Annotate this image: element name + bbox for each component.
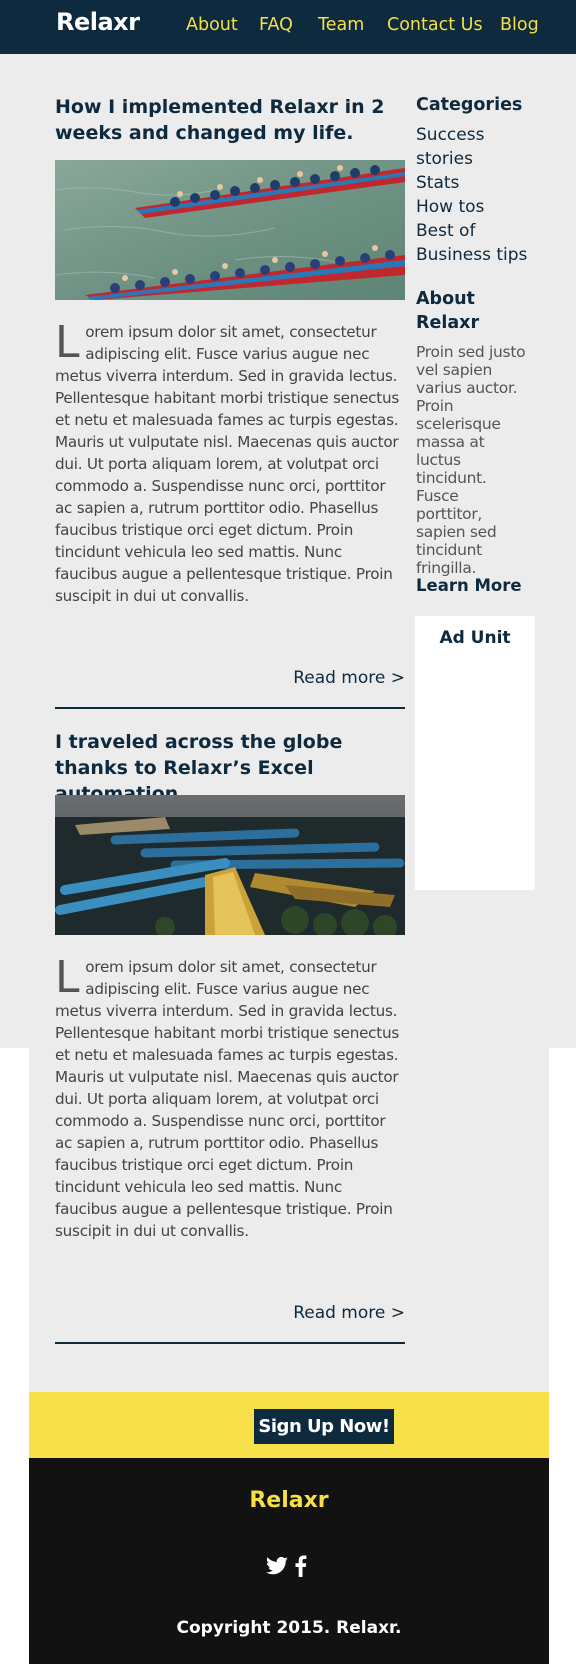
footer-logo[interactable]: Relaxr: [29, 1488, 549, 1513]
post-divider: [55, 707, 405, 709]
site-header: Relaxr About FAQ Team Contact Us Blog: [0, 0, 576, 54]
post-divider: [55, 1342, 405, 1344]
post-image-moored-boats[interactable]: [55, 795, 405, 935]
nav-faq[interactable]: FAQ: [259, 15, 293, 35]
categories-list: Success stories Stats How tos Best of Bu…: [416, 123, 546, 267]
post-excerpt: Lorem ipsum dolor sit amet, consectetur …: [55, 956, 407, 1242]
category-business-tips[interactable]: Business tips: [416, 243, 546, 267]
category-success-stories[interactable]: Success stories: [416, 123, 546, 171]
nav-team[interactable]: Team: [318, 15, 364, 35]
read-more-link[interactable]: Read more >: [293, 668, 405, 688]
signup-button[interactable]: Sign Up Now!: [254, 1409, 394, 1444]
category-best-of[interactable]: Best of: [416, 219, 546, 243]
nav-contact-us[interactable]: Contact Us: [387, 15, 483, 35]
signup-banner: Sign Up Now!: [29, 1392, 549, 1458]
category-how-tos[interactable]: How tos: [416, 195, 546, 219]
categories-heading: Categories: [416, 95, 523, 115]
site-logo[interactable]: Relaxr: [56, 8, 140, 36]
nav-about[interactable]: About: [186, 15, 238, 35]
ad-unit-label: Ad Unit: [439, 628, 511, 648]
copyright-text: Copyright 2015. Relaxr.: [176, 1618, 402, 1638]
dropcap: L: [55, 317, 80, 368]
about-heading: About Relaxr: [416, 289, 480, 333]
post-excerpt: Lorem ipsum dolor sit amet, consectetur …: [55, 321, 407, 607]
facebook-icon[interactable]: [287, 1552, 315, 1580]
site-footer: Relaxr Copyright 2015. Relaxr.: [29, 1458, 549, 1664]
post-title[interactable]: How I implemented Relaxr in 2 weeks and …: [55, 94, 405, 146]
post-excerpt-text: orem ipsum dolor sit amet, consectetur a…: [55, 958, 400, 1240]
category-stats[interactable]: Stats: [416, 171, 546, 195]
nav-blog[interactable]: Blog: [500, 15, 539, 35]
learn-more-link[interactable]: Learn More: [416, 576, 522, 595]
post-excerpt-text: orem ipsum dolor sit amet, consectetur a…: [55, 323, 400, 605]
dropcap: L: [55, 952, 80, 1003]
read-more-link[interactable]: Read more >: [293, 1303, 405, 1323]
post-image-dragon-boats[interactable]: [55, 160, 405, 300]
about-text: Proin sed justo vel sapien varius auctor…: [416, 343, 526, 577]
ad-unit[interactable]: Ad Unit: [415, 616, 535, 890]
